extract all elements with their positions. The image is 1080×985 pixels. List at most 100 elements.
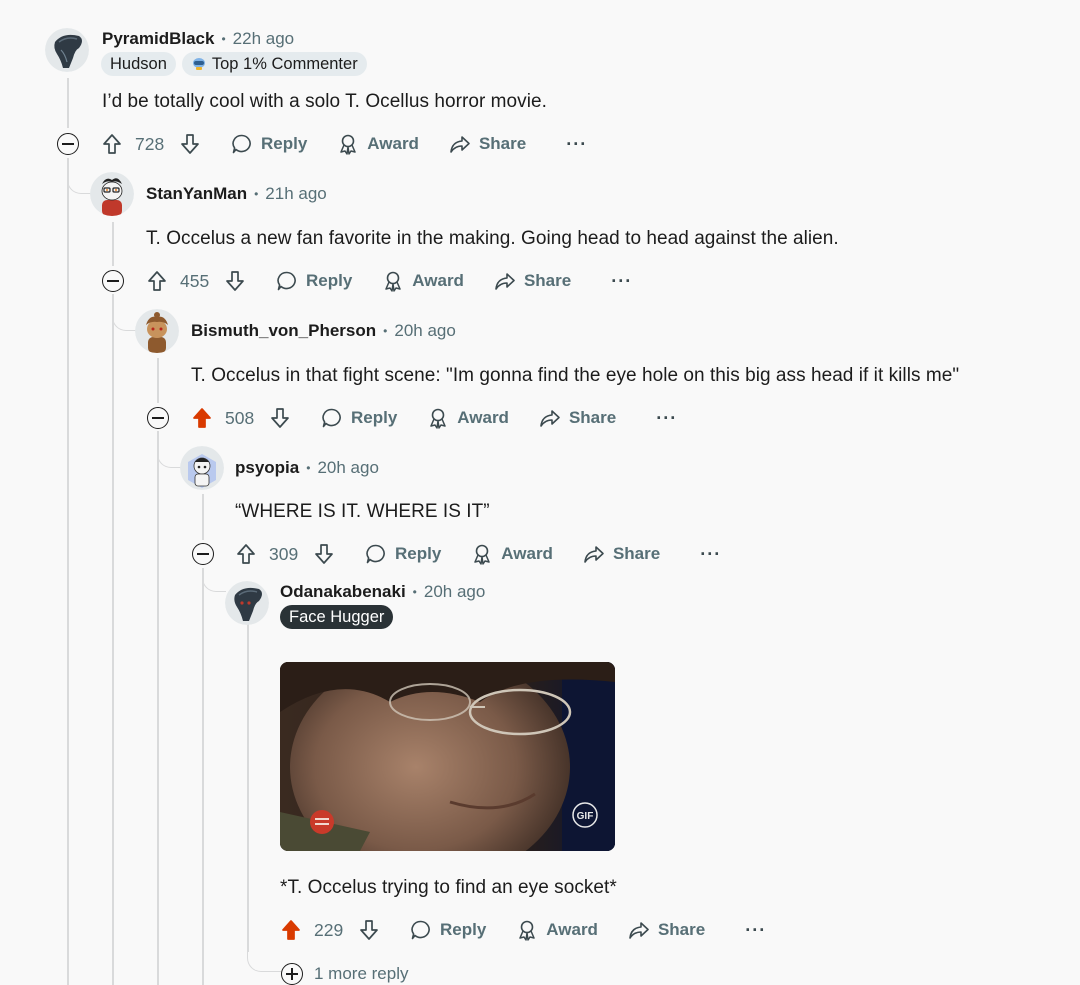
reply-icon — [322, 408, 341, 428]
achievement-flair[interactable]: Top 1% Commenter — [181, 52, 367, 76]
upvote-icon-active[interactable] — [191, 407, 213, 429]
score: 508 — [225, 407, 255, 428]
share-label: Share — [478, 134, 527, 153]
thread-elbow — [157, 431, 181, 468]
timestamp[interactable]: 21h ago — [265, 184, 326, 204]
reply-label: Reply — [351, 408, 398, 427]
more-replies-link[interactable]: 1 more reply — [281, 963, 408, 985]
timestamp[interactable]: 20h ago — [394, 321, 455, 341]
downvote-icon[interactable] — [224, 270, 246, 292]
thread-line — [202, 568, 204, 985]
vote-group: 455 — [146, 270, 246, 292]
avatar[interactable] — [135, 309, 179, 353]
score: 229 — [314, 919, 344, 940]
award-button[interactable]: Award — [337, 133, 419, 155]
award-button[interactable]: Award — [382, 270, 464, 292]
thread-elbow — [247, 940, 281, 972]
separator-dot: • — [221, 32, 226, 46]
username[interactable]: psyopia — [235, 458, 299, 478]
more-options-button[interactable]: ··· — [745, 920, 766, 941]
award-label: Award — [367, 134, 419, 153]
user-flair: Face Hugger — [280, 605, 394, 629]
upvote-icon[interactable] — [235, 543, 257, 565]
share-button[interactable]: Share — [494, 270, 571, 292]
share-label: Share — [523, 271, 572, 290]
reply-button[interactable]: Reply — [276, 270, 352, 292]
more-options-button[interactable]: ··· — [656, 408, 677, 429]
username[interactable]: Odanakabenaki — [280, 582, 406, 602]
upvote-icon-active[interactable] — [280, 919, 302, 941]
avatar[interactable] — [90, 172, 134, 216]
comment-body: *T. Occelus trying to find an eye socket… — [280, 877, 617, 898]
more-options-button[interactable]: ··· — [700, 544, 721, 565]
reply-button[interactable]: Reply — [231, 133, 307, 155]
score: 728 — [135, 133, 165, 154]
downvote-icon[interactable] — [269, 407, 291, 429]
comment-body: I’d be totally cool with a solo T. Ocell… — [102, 91, 547, 112]
share-label: Share — [657, 920, 706, 939]
comment-body: T. Occelus a new fan favorite in the mak… — [146, 228, 839, 249]
thread-line — [247, 622, 249, 952]
collapse-button[interactable] — [147, 407, 169, 429]
downvote-icon[interactable] — [358, 919, 380, 941]
avatar[interactable] — [180, 446, 224, 490]
comment-actions: 455 Reply Award Share ··· — [146, 264, 632, 298]
award-icon — [474, 544, 491, 565]
award-button[interactable]: Award — [471, 543, 553, 565]
reply-label: Reply — [395, 544, 442, 563]
collapse-button[interactable] — [102, 270, 124, 292]
share-button[interactable]: Share — [539, 407, 616, 429]
avatar[interactable] — [45, 28, 89, 72]
award-button[interactable]: Award — [427, 407, 509, 429]
upvote-icon[interactable] — [146, 270, 168, 292]
thread-line — [157, 431, 159, 985]
reply-icon — [366, 544, 385, 564]
comment-header: PyramidBlack • 22h ago — [102, 28, 294, 50]
reply-button[interactable]: Reply — [365, 543, 441, 565]
award-button[interactable]: Award — [516, 919, 598, 941]
reply-icon — [411, 920, 430, 940]
username[interactable]: PyramidBlack — [102, 29, 214, 49]
downvote-icon[interactable] — [313, 543, 335, 565]
gif-image[interactable]: GIF — [280, 662, 615, 851]
award-label: Award — [546, 920, 598, 939]
more-options-button[interactable]: ··· — [566, 134, 587, 155]
username[interactable]: Bismuth_von_Pherson — [191, 321, 376, 341]
top-commenter-icon — [192, 58, 205, 70]
more-options-button[interactable]: ··· — [611, 271, 632, 292]
downvote-icon[interactable] — [179, 133, 201, 155]
comment-header: psyopia • 20h ago — [235, 457, 379, 479]
reply-icon — [232, 134, 251, 154]
thread-elbow — [202, 568, 226, 592]
share-button[interactable]: Share — [628, 919, 705, 941]
thread-line — [157, 358, 159, 403]
avatar[interactable] — [225, 581, 269, 625]
timestamp[interactable]: 22h ago — [233, 29, 294, 49]
comment-body: “WHERE IS IT. WHERE IS IT” — [235, 501, 490, 522]
comment-actions: 309 Reply Award Share ··· — [235, 537, 721, 571]
username[interactable]: StanYanMan — [146, 184, 247, 204]
award-label: Award — [457, 408, 509, 427]
upvote-icon[interactable] — [101, 133, 123, 155]
vote-group: 508 — [191, 407, 291, 429]
thread-elbow — [112, 294, 136, 331]
thread-line — [202, 494, 204, 540]
collapse-button[interactable] — [192, 543, 214, 565]
flair-label: Hudson — [110, 54, 167, 73]
share-label: Share — [612, 544, 661, 563]
share-button[interactable]: Share — [583, 543, 660, 565]
timestamp[interactable]: 20h ago — [317, 458, 378, 478]
reply-button[interactable]: Reply — [321, 407, 397, 429]
reply-button[interactable]: Reply — [410, 919, 486, 941]
timestamp[interactable]: 20h ago — [424, 582, 485, 602]
award-icon — [430, 408, 447, 429]
share-icon — [629, 922, 649, 939]
collapse-button[interactable] — [57, 133, 79, 155]
user-flairs: Face Hugger — [280, 605, 394, 629]
thread-line — [67, 158, 69, 985]
share-button[interactable]: Share — [449, 133, 526, 155]
flair-label: Face Hugger — [289, 607, 385, 626]
reply-label: Reply — [306, 271, 353, 290]
separator-dot: • — [306, 461, 311, 475]
share-icon — [540, 410, 560, 427]
